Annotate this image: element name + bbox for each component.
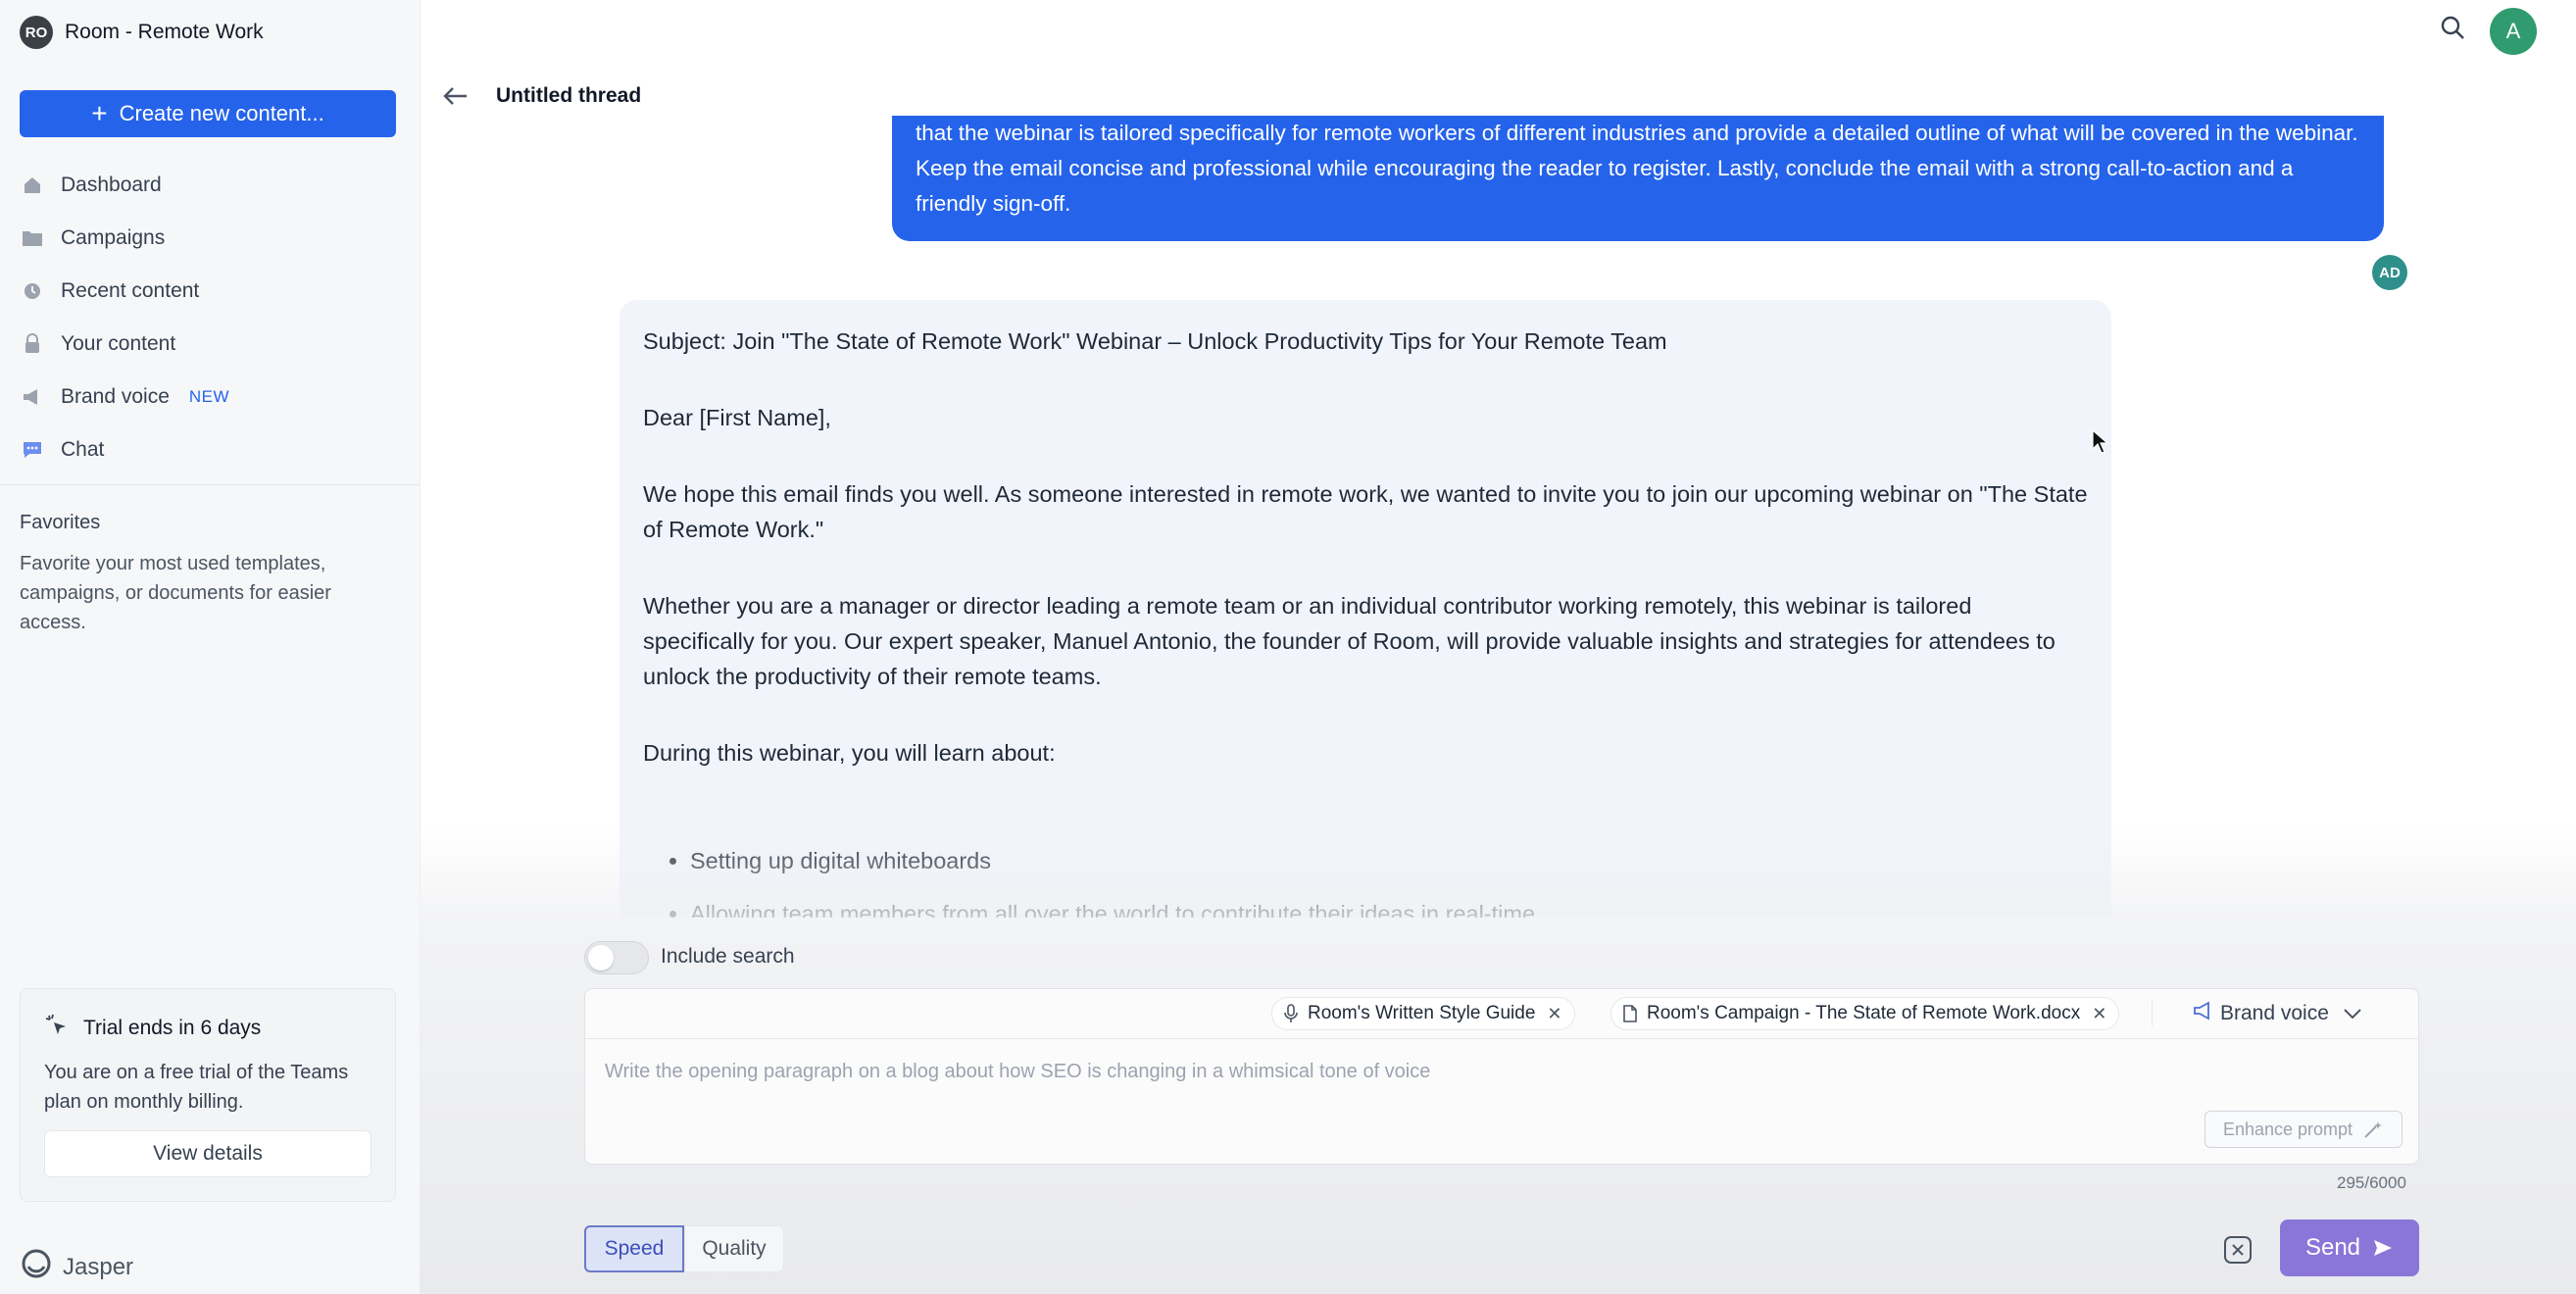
trial-title: Trial ends in 6 days xyxy=(83,1017,262,1039)
clear-prompt-icon[interactable] xyxy=(2223,1235,2253,1269)
workspace-switcher[interactable]: RO Room - Remote Work xyxy=(20,16,264,49)
brand-voice-dropdown[interactable]: Brand voice xyxy=(2193,1001,2362,1026)
trial-card: Trial ends in 6 days You are on a free t… xyxy=(20,988,396,1202)
chat-icon xyxy=(20,437,45,463)
trial-header: Trial ends in 6 days xyxy=(44,1013,261,1044)
sidebar-item-dashboard[interactable]: Dashboard xyxy=(20,159,402,212)
sidebar-item-campaigns[interactable]: Campaigns xyxy=(20,212,402,265)
enhance-prompt-label: Enhance prompt xyxy=(2222,1119,2353,1139)
favorites-description: Favorite your most used templates, campa… xyxy=(20,553,331,633)
enhance-prompt-button[interactable]: Enhance prompt xyxy=(2204,1111,2403,1148)
sidebar-nav: Dashboard Campaigns Recent content Your … xyxy=(20,159,402,476)
brand-voice-label: Brand voice xyxy=(2220,1002,2329,1024)
back-arrow-icon[interactable] xyxy=(439,82,471,115)
microphone-icon xyxy=(1284,1004,1298,1023)
clock-icon xyxy=(20,278,45,304)
list-item: Setting up digital whiteboards xyxy=(690,843,2088,878)
megaphone-icon xyxy=(2193,1001,2214,1026)
chip-separator xyxy=(2152,1001,2153,1026)
mode-speed-button[interactable]: Speed xyxy=(584,1225,684,1272)
email-paragraph-3: During this webinar, you will learn abou… xyxy=(643,740,1056,766)
mode-selector: Speed Quality xyxy=(584,1225,784,1272)
send-button[interactable]: Send xyxy=(2280,1219,2419,1276)
list-item: Allowing team members from all over the … xyxy=(690,896,2088,918)
sidebar-item-label: Campaigns xyxy=(61,226,166,249)
context-chip-bar: Room's Written Style Guide ✕ Room's Camp… xyxy=(585,989,2418,1039)
sidebar-item-chat[interactable]: Chat xyxy=(20,423,402,476)
new-badge: NEW xyxy=(188,387,230,406)
home-icon xyxy=(20,173,45,198)
context-chip-style-guide[interactable]: Room's Written Style Guide ✕ xyxy=(1271,997,1575,1030)
workspace-avatar: RO xyxy=(20,16,53,49)
email-bullet-list: Setting up digital whiteboards Allowing … xyxy=(643,843,2088,918)
thread-title: Untitled thread xyxy=(496,84,642,107)
character-counter: 295/6000 xyxy=(2337,1173,2406,1192)
email-greeting: Dear [First Name], xyxy=(643,405,831,430)
mouse-cursor-icon xyxy=(2092,428,2109,460)
jasper-logo[interactable]: Jasper xyxy=(20,1247,133,1287)
user-avatar[interactable]: A xyxy=(2490,8,2537,55)
context-chip-campaign-doc[interactable]: Room's Campaign - The State of Remote Wo… xyxy=(1610,997,2120,1030)
sidebar: RO Room - Remote Work + Create new conte… xyxy=(0,0,421,1294)
sidebar-item-your-content[interactable]: Your content xyxy=(20,318,402,371)
remove-chip-icon[interactable]: ✕ xyxy=(2092,1004,2106,1024)
folder-icon xyxy=(20,225,45,251)
prompt-input[interactable] xyxy=(603,1060,2077,1084)
email-paragraph-2: Whether you are a manager or director le… xyxy=(643,593,2056,689)
send-label: Send xyxy=(2304,1234,2361,1261)
sparkle-cursor-icon xyxy=(44,1013,70,1044)
toggle-knob xyxy=(588,945,614,970)
lock-icon xyxy=(20,331,45,357)
assistant-message-bubble: Subject: Join "The State of Remote Work"… xyxy=(619,300,2111,918)
chevron-down-icon xyxy=(2343,1002,2362,1025)
jasper-brand-name: Jasper xyxy=(63,1253,134,1280)
view-details-button[interactable]: View details xyxy=(44,1130,372,1177)
include-search-label: Include search xyxy=(661,945,795,968)
email-subject: Subject: Join "The State of Remote Work"… xyxy=(643,328,1667,354)
sidebar-item-recent-content[interactable]: Recent content xyxy=(20,265,402,318)
mode-quality-button[interactable]: Quality xyxy=(684,1225,784,1272)
message-avatar: AD xyxy=(2372,255,2407,290)
email-paragraph-1: We hope this email finds you well. As so… xyxy=(643,481,2088,542)
plus-icon: + xyxy=(91,98,108,128)
sidebar-item-label: Chat xyxy=(61,438,105,461)
prompt-composer: Room's Written Style Guide ✕ Room's Camp… xyxy=(584,988,2419,1165)
document-icon xyxy=(1623,1005,1637,1022)
sidebar-divider xyxy=(0,484,420,485)
sidebar-item-label: Recent content xyxy=(61,279,200,302)
send-arrow-icon xyxy=(2372,1238,2394,1258)
remove-chip-icon[interactable]: ✕ xyxy=(1547,1004,1561,1024)
create-new-content-label: Create new content... xyxy=(119,101,324,125)
sidebar-item-label: Dashboard xyxy=(61,174,162,196)
workspace-name: Room - Remote Work xyxy=(65,21,264,43)
user-message-bubble: that the webinar is tailored specificall… xyxy=(892,116,2384,241)
megaphone-icon xyxy=(20,384,45,410)
jasper-logo-icon xyxy=(20,1247,53,1287)
magic-wand-icon xyxy=(2362,1120,2384,1139)
include-search-toggle[interactable] xyxy=(584,941,649,974)
chip-label: Room's Written Style Guide xyxy=(1308,1003,1536,1023)
sidebar-item-brand-voice[interactable]: Brand voice NEW xyxy=(20,371,402,423)
search-icon[interactable] xyxy=(2439,14,2466,46)
trial-description: You are on a free trial of the Teams pla… xyxy=(44,1062,349,1113)
sidebar-item-label: Your content xyxy=(61,332,176,355)
create-new-content-button[interactable]: + Create new content... xyxy=(20,90,396,137)
favorites-title: Favorites xyxy=(20,512,101,533)
chip-label: Room's Campaign - The State of Remote Wo… xyxy=(1647,1003,2081,1023)
user-message-text: that the webinar is tailored specificall… xyxy=(916,121,2358,216)
sidebar-item-label: Brand voice xyxy=(61,385,170,408)
